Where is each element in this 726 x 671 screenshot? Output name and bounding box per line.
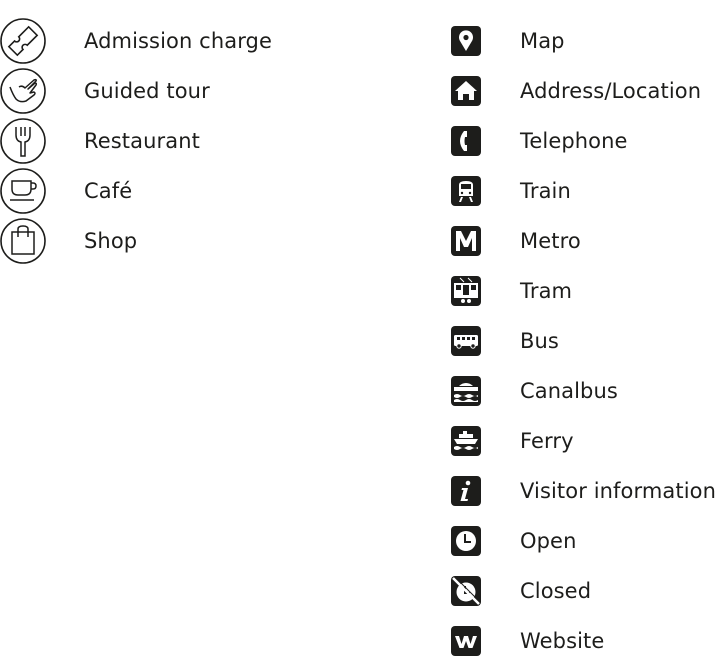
canalbus-icon [451, 376, 481, 406]
website-icon [451, 626, 481, 656]
legend-label: Telephone [520, 129, 628, 153]
legend-label: Map [520, 29, 565, 53]
clock-icon [451, 526, 481, 556]
bus-icon [451, 326, 481, 356]
legend-label: Shop [84, 229, 138, 253]
legend-label: Website [520, 629, 605, 653]
fork-icon [0, 117, 48, 165]
legend-label: Closed [520, 579, 592, 603]
legend-label: Tram [520, 279, 573, 303]
map-pin-icon [451, 26, 481, 56]
legend-label: Ferry [520, 429, 574, 453]
legend-label: Address/Location [520, 79, 702, 103]
telephone-icon [451, 126, 481, 156]
metro-icon [451, 226, 481, 256]
ticket-icon [0, 17, 48, 65]
coffee-cup-icon [0, 167, 48, 215]
shopping-bag-icon [0, 217, 48, 265]
tram-icon [451, 276, 481, 306]
train-icon [451, 176, 481, 206]
pointing-hand-icon [0, 67, 48, 115]
legend-label: Bus [520, 329, 559, 353]
house-icon [451, 76, 481, 106]
legend-label: Guided tour [84, 79, 210, 103]
info-icon [451, 476, 481, 506]
legend-label: Restaurant [84, 129, 200, 153]
legend-label: Visitor information [520, 479, 717, 503]
clock-crossed-icon [451, 576, 481, 606]
legend-label: Metro [520, 229, 581, 253]
legend-label: Train [520, 179, 571, 203]
ferry-icon [451, 426, 481, 456]
legend-label: Canalbus [520, 379, 618, 403]
legend-label: Café [84, 179, 133, 203]
legend-label: Open [520, 529, 577, 553]
legend-label: Admission charge [84, 29, 273, 53]
